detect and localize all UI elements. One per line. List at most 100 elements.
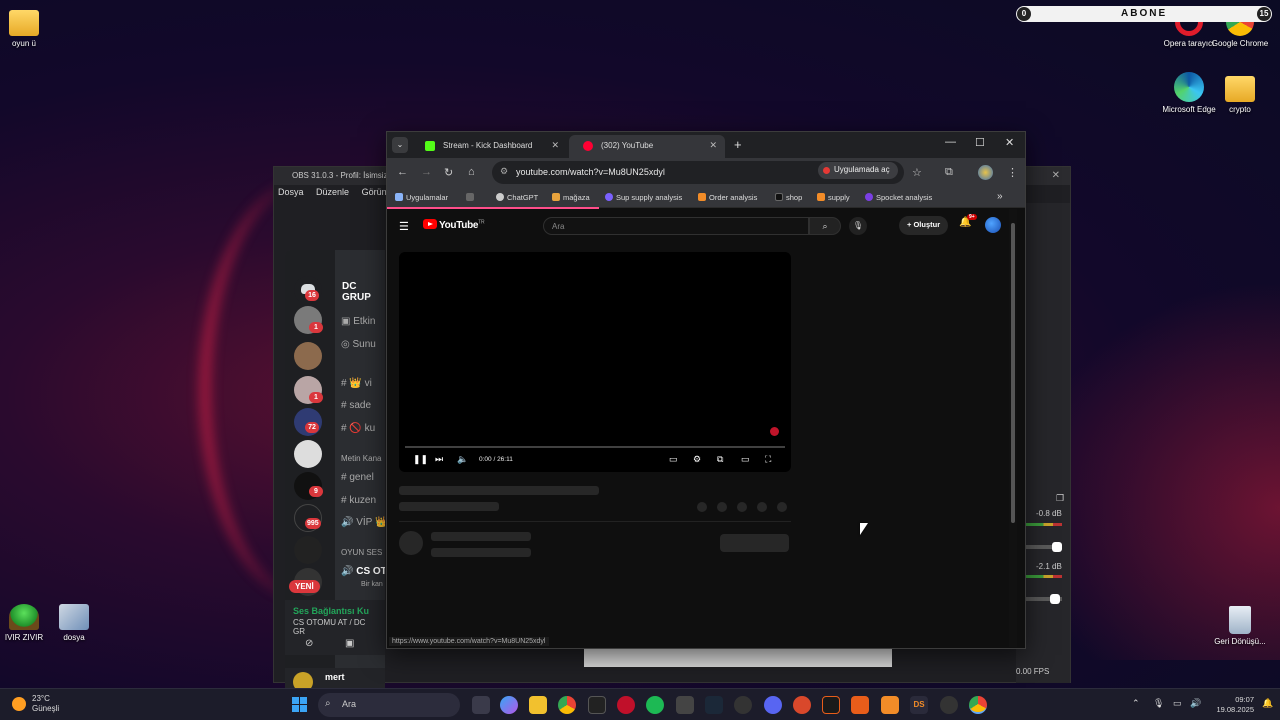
chrome-icon[interactable]: [558, 696, 576, 714]
back-icon[interactable]: ←: [397, 166, 408, 178]
bookmark-star-icon[interactable]: ☆: [912, 166, 922, 179]
bookmark-item[interactable]: [466, 193, 477, 202]
chrome-active-icon[interactable]: [969, 696, 987, 714]
search-input[interactable]: Ara: [543, 217, 809, 235]
settings-gear-icon[interactable]: ⚙: [693, 454, 701, 465]
notifications-icon[interactable]: 🔔: [1262, 698, 1273, 709]
hamburger-menu-icon[interactable]: ☰: [399, 220, 409, 233]
app-icon[interactable]: [822, 696, 840, 714]
obs-dock-icon[interactable]: ❐: [1056, 493, 1064, 504]
desktop-icon-dosya[interactable]: dosya: [42, 604, 106, 643]
scrollbar-thumb[interactable]: [1011, 223, 1015, 523]
volume-icon[interactable]: 🔊: [1190, 698, 1201, 709]
channel-item[interactable]: # kuzen: [341, 495, 376, 506]
scrollbar[interactable]: [1009, 209, 1017, 647]
steam-icon[interactable]: [705, 696, 723, 714]
server-icon[interactable]: [294, 440, 322, 468]
minimize-icon[interactable]: —: [945, 136, 956, 148]
pause-icon[interactable]: ❚❚: [413, 454, 428, 465]
extensions-icon[interactable]: ⧉: [945, 166, 953, 179]
close-tab-icon[interactable]: ✕: [551, 140, 559, 151]
bookmark-item[interactable]: Order analysis: [698, 193, 757, 202]
brave-icon[interactable]: [851, 696, 869, 714]
discord-icon[interactable]: [764, 696, 782, 714]
desktop-icon-oyun[interactable]: oyun ü: [0, 10, 56, 49]
tiktok-icon[interactable]: [588, 696, 606, 714]
voice-channel[interactable]: 🔊 CS OT: [341, 566, 385, 577]
theater-mode-icon[interactable]: ▭: [741, 454, 750, 465]
bookmark-item[interactable]: mağaza: [552, 193, 590, 202]
create-button[interactable]: + Oluştur: [899, 216, 949, 235]
clock[interactable]: 09:07 19.08.2025: [1210, 695, 1254, 715]
server-icon[interactable]: [294, 536, 322, 564]
camera-off-icon[interactable]: ⊘: [305, 638, 313, 649]
search-icon[interactable]: ⌕: [809, 217, 841, 235]
new-messages-badge[interactable]: YENİ: [289, 580, 320, 593]
next-icon[interactable]: ⏭: [435, 454, 443, 465]
volume-icon[interactable]: 🔈: [457, 454, 468, 465]
show-hidden-icons[interactable]: ⌃: [1132, 698, 1140, 709]
screen-share-icon[interactable]: ▣: [345, 638, 354, 649]
bookmark-item[interactable]: Spocket analysis: [865, 193, 932, 202]
chrome-window[interactable]: ⌄ Stream - Kick Dashboard ✕ (302) YouTub…: [386, 131, 1026, 649]
app-icon[interactable]: [881, 696, 899, 714]
channel-item[interactable]: # 👑 vi: [341, 378, 372, 389]
reload-icon[interactable]: ↻: [444, 166, 453, 179]
tab-kick[interactable]: Stream - Kick Dashboard ✕: [411, 135, 567, 158]
youtube-logo[interactable]: YouTubeTR: [423, 219, 485, 231]
microphone-icon[interactable]: 🎙: [1153, 698, 1164, 709]
copilot-icon[interactable]: [500, 696, 518, 714]
taskbar-search[interactable]: ⌕ Ara: [318, 693, 460, 717]
channel-item[interactable]: # sade: [341, 400, 371, 411]
forward-icon[interactable]: →: [421, 166, 432, 178]
server-icon[interactable]: [294, 342, 322, 370]
open-in-app-button[interactable]: Uygulamada aç: [818, 162, 898, 179]
bookmark-item[interactable]: ChatGPT: [496, 193, 538, 202]
bookmark-item[interactable]: Uygulamalar: [395, 193, 448, 202]
desktop-icon-recycle-bin[interactable]: Geri Dönüşü...: [1208, 606, 1272, 647]
opera-icon[interactable]: [617, 696, 635, 714]
profile-avatar[interactable]: [978, 165, 993, 180]
avatar[interactable]: [985, 217, 1001, 233]
spotify-icon[interactable]: [646, 696, 664, 714]
network-icon[interactable]: ▭: [1173, 698, 1182, 709]
windows-start-icon[interactable]: [292, 697, 308, 713]
obs-menu-item[interactable]: Düzenle: [316, 187, 349, 197]
app-icon[interactable]: [676, 696, 694, 714]
channel-item[interactable]: ▣ Etkin: [341, 316, 375, 327]
file-explorer-icon[interactable]: [529, 696, 547, 714]
site-info-icon[interactable]: ⚙: [500, 166, 508, 177]
browser-icon[interactable]: [793, 696, 811, 714]
new-tab-button[interactable]: +: [734, 137, 742, 152]
bookmark-item[interactable]: Sup supply analysis: [605, 193, 682, 202]
channel-item[interactable]: # 🚫 ku: [341, 423, 375, 434]
bookmark-item[interactable]: shop: [775, 193, 802, 202]
close-window-icon[interactable]: ✕: [1005, 136, 1014, 149]
obs-menu-item[interactable]: Dosya: [278, 187, 304, 197]
tab-search-button[interactable]: ⌄: [392, 137, 408, 153]
menu-icon[interactable]: ⋮: [1007, 166, 1018, 179]
channel-category[interactable]: OYUN SES: [341, 548, 382, 557]
fullscreen-icon[interactable]: ⛶: [765, 454, 771, 465]
ds-icon[interactable]: DS: [910, 696, 928, 714]
progress-bar[interactable]: [405, 446, 785, 448]
channel-category[interactable]: Metin Kana: [341, 454, 381, 463]
video-player[interactable]: ❚❚ ⏭ 🔈 0:00 / 26:11 ▭ ⚙ ⧉ ▭ ⛶: [399, 252, 791, 472]
maximize-icon[interactable]: ☐: [975, 136, 985, 149]
obs-icon[interactable]: [734, 696, 752, 714]
channel-item[interactable]: # genel: [341, 472, 374, 483]
subtitles-icon[interactable]: ▭: [669, 454, 678, 465]
app-icon[interactable]: [940, 696, 958, 714]
channel-item[interactable]: 🔊 VİP 👑: [341, 517, 385, 528]
miniplayer-icon[interactable]: ⧉: [717, 454, 723, 465]
bookmark-item[interactable]: supply: [817, 193, 850, 202]
more-bookmarks-icon[interactable]: »: [997, 191, 1003, 202]
desktop-icon-crypto[interactable]: crypto: [1208, 76, 1272, 115]
microphone-icon[interactable]: 🎙: [849, 217, 867, 235]
task-view-icon[interactable]: [472, 696, 490, 714]
weather-widget[interactable]: 23°C Güneşli: [12, 694, 59, 714]
obs-close-icon[interactable]: ✕: [1052, 170, 1060, 181]
discord-window[interactable]: 16 1 1 72 9 995 DC GRUP ▣ Etkin ◎ Sunu #…: [285, 250, 385, 695]
home-icon[interactable]: ⌂: [468, 166, 475, 178]
tab-youtube[interactable]: (302) YouTube ✕: [569, 135, 725, 158]
